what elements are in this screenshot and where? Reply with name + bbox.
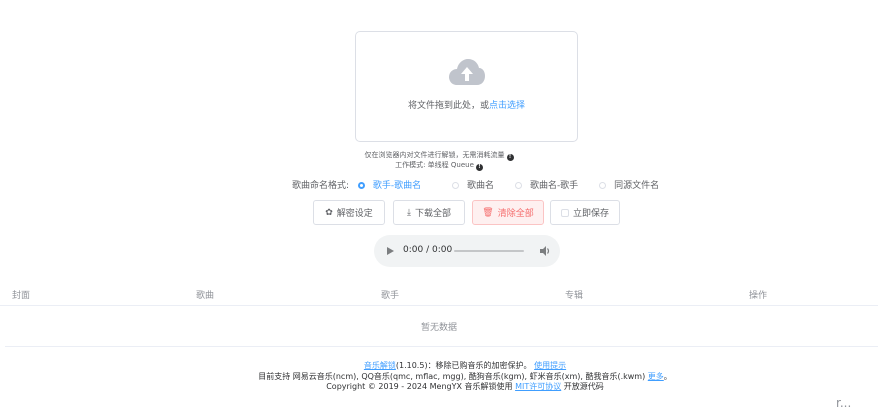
naming-format-group: 歌曲命名格式: 歌手-歌曲名 歌曲名 歌曲名-歌手 同源文件名 [292,178,677,191]
radio-artist-title[interactable]: 歌手-歌曲名 [357,178,422,191]
more-link[interactable]: 更多 [648,372,664,381]
upload-dropzone[interactable]: 将文件拖到此处，或点击选择 [355,31,578,142]
radio-label: 歌手-歌曲名 [372,181,422,191]
button-label: 清除全部 [497,209,534,219]
tip-text-2: 工作模式: 单线程 Queue [395,161,474,169]
upload-hint: 将文件拖到此处，或点击选择 [356,98,577,111]
radio-title[interactable]: 歌曲名 [452,178,494,191]
instant-save-toggle[interactable]: 立即保存 [550,200,620,225]
upload-hint-text: 将文件拖到此处，或 [407,101,489,111]
tip-text-1: 仅在浏览器内对文件进行解锁，无需消耗流量 [364,151,505,159]
player-time: 0:00 / 0:00 [403,245,453,255]
radio-dot[interactable] [514,182,522,189]
open-source-text: 开放源代码 [563,382,604,391]
button-label: 解密设定 [336,209,373,219]
volume-icon[interactable] [539,245,551,257]
radio-dot[interactable] [357,182,365,189]
audio-player: 0:00 / 0:00 [374,235,560,267]
column-header-actions: 操作 [749,291,768,301]
play-icon[interactable] [387,247,394,255]
cloud-upload-icon [449,59,485,85]
footer-version: (1.10.5)：移除已购音乐的加密保护。 [395,361,532,370]
footer-punct: 。 [663,372,672,381]
clear-all-button[interactable]: 🗑 清除全部 [472,200,544,225]
download-all-button[interactable]: ⤓ 下载全部 [393,200,465,225]
column-header-cover: 封面 [12,291,31,301]
info-icon[interactable]: ! [475,164,483,171]
column-header-album: 专辑 [565,291,584,301]
radio-dot[interactable] [599,182,607,189]
column-header-artist: 歌手 [381,291,400,301]
supported-formats-text: 目前支持 网易云音乐(ncm), QQ音乐(qmc, mflac, mgg), … [258,372,646,381]
footer-line-3: Copyright © 2019 - 2024 MengYX 音乐解锁使用 MI… [0,381,878,392]
button-label: 立即保存 [572,209,609,219]
naming-format-label: 歌曲命名格式: [292,181,350,191]
tip-line-2: 工作模式: 单线程 Queue! [0,160,878,171]
instant-save-checkbox[interactable] [560,208,569,217]
footer-line-1: 音乐解锁(1.10.5)：移除已购音乐的加密保护。 使用提示 [0,360,878,371]
radio-dot[interactable] [452,182,460,189]
gear-icon: ✿ [325,207,333,218]
radio-label: 同源文件名 [614,181,660,191]
table-bottom-divider [5,346,878,347]
radio-title-artist[interactable]: 歌曲名-歌手 [514,178,579,191]
radio-source-filename[interactable]: 同源文件名 [599,178,659,191]
decrypt-settings-button[interactable]: ✿ 解密设定 [313,200,385,225]
unlock-music-link[interactable]: 音乐解锁 [364,361,396,370]
mit-license-link[interactable]: MIT许可协议 [515,382,561,391]
usage-tips-link[interactable]: 使用提示 [534,361,566,370]
button-label: 下载全部 [414,209,451,219]
radio-label: 歌曲名-歌手 [529,181,579,191]
trash-icon: 🗑 [482,207,494,218]
table-empty-text: 暂无数据 [420,323,457,333]
corner-partial-text: r... [836,396,852,410]
choose-file-link[interactable]: 点击选择 [489,101,525,111]
copyright-text: Copyright © 2019 - 2024 MengYX 音乐解锁使用 [326,382,513,391]
radio-label: 歌曲名 [467,181,495,191]
progress-track[interactable] [454,250,524,252]
table-header: 封面 歌曲 歌手 专辑 操作 [0,285,878,306]
column-header-title: 歌曲 [196,291,215,301]
download-icon: ⤓ [407,207,411,218]
